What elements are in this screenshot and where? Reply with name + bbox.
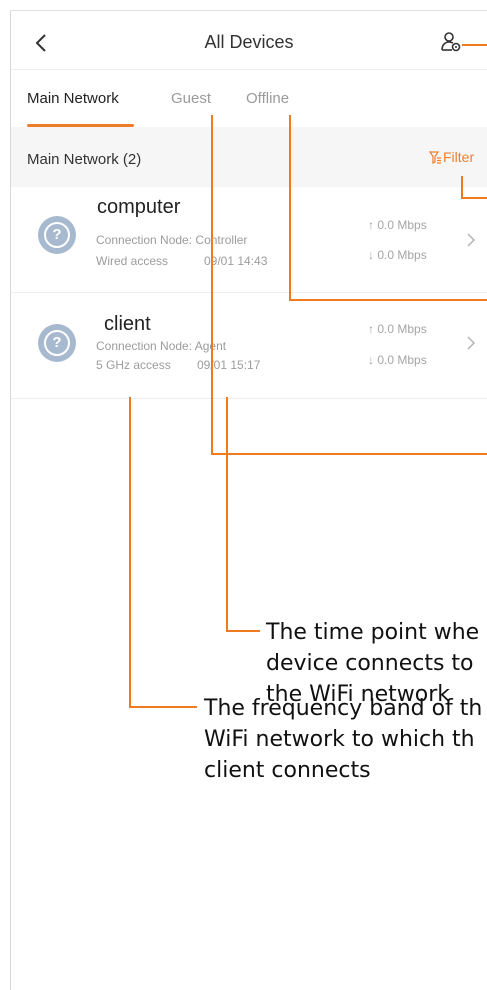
connection-node: Connection Node: Agent — [96, 339, 227, 353]
filter-label: Filter — [443, 149, 475, 165]
tab-offline[interactable]: Offline — [246, 90, 289, 107]
row-divider — [11, 398, 487, 399]
unknown-device-icon: ? — [38, 324, 76, 362]
callout-offline-line — [289, 299, 487, 301]
section-title: Main Network (2) — [27, 151, 142, 168]
filter-icon — [429, 150, 441, 164]
callout-filter-vertical — [461, 176, 463, 199]
app-header: All Devices — [11, 11, 487, 69]
filter-button[interactable]: Filter — [429, 149, 474, 165]
connection-time: 09/01 14:43 — [204, 254, 268, 268]
download-speed: ↓ 0.0 Mbps — [368, 353, 427, 367]
user-settings-icon — [441, 32, 461, 52]
callout-user-icon-line — [462, 44, 487, 46]
callout-offline-vertical — [289, 115, 291, 300]
upload-speed: ↑ 0.0 Mbps — [368, 218, 427, 232]
upload-speed: ↑ 0.0 Mbps — [368, 322, 427, 336]
page-title: All Devices — [204, 32, 294, 52]
device-name: client — [104, 313, 151, 335]
section-header: Main Network (2) Filter — [11, 127, 487, 187]
annotation-band-line1: The frequency band of th — [204, 696, 483, 721]
download-speed: ↓ 0.0 Mbps — [368, 248, 427, 262]
callout-guest-line — [211, 453, 487, 455]
connection-node: Connection Node: Controller — [96, 233, 248, 247]
callout-time-line — [226, 630, 260, 632]
device-row-computer[interactable]: ? computer Connection Node: Controller W… — [11, 187, 487, 292]
callout-time-vertical — [226, 397, 228, 632]
connection-time: 09/01 15:17 — [197, 358, 261, 372]
access-type: 5 GHz access — [96, 358, 171, 372]
annotation-band-line2: WiFi network to which th — [204, 727, 475, 752]
annotation-time-line2: device connects to — [266, 651, 474, 676]
tab-guest[interactable]: Guest — [171, 90, 211, 107]
callout-band-line — [129, 706, 197, 708]
annotation-time-line1: The time point whe — [266, 620, 480, 645]
callout-guest-vertical — [211, 115, 213, 454]
callout-filter-line — [463, 197, 487, 199]
user-settings-button[interactable] — [440, 30, 462, 54]
annotation-band-line3: client connects — [204, 758, 371, 783]
device-row-client[interactable]: ? client Connection Node: Agent 5 GHz ac… — [11, 293, 487, 398]
tab-main-network[interactable]: Main Network — [27, 90, 119, 107]
chevron-right-icon — [467, 336, 476, 350]
header-divider — [11, 69, 487, 70]
callout-band-vertical — [129, 397, 131, 708]
unknown-device-icon: ? — [38, 216, 76, 254]
device-name: computer — [97, 196, 181, 218]
access-type: Wired access — [96, 254, 169, 268]
chevron-right-icon — [467, 233, 476, 247]
